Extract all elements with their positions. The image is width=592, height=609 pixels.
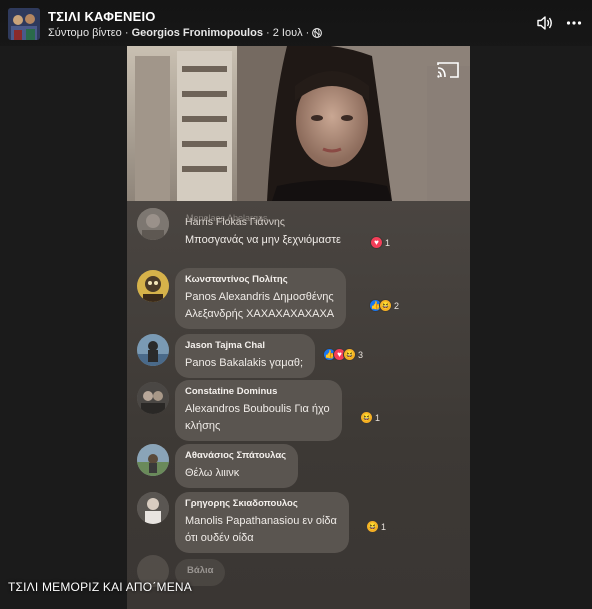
comment-author[interactable]: Αθανάσιος Σπάτουλας [185,450,286,461]
comment-author[interactable]: Constatine Dominus [185,386,330,397]
globe-icon [312,28,323,41]
video-viewer: ΤΣΙΛΙ ΚΑΦΕΝΕΙΟ Σύντομο βίντεο · Georgios… [0,0,592,609]
video-player[interactable]: Menelaos Abelargas Harris Flokas Γιάννης… [127,46,470,609]
comment-text: Θέλω λιιινκ [185,467,240,479]
comment-text-line: κλήσης [185,420,221,432]
reaction-count: 1 [375,412,381,423]
comment-text: Panos Bakalakis γαμαθ; [185,357,304,369]
comment-reactions[interactable]: 😆 1 [360,411,380,424]
comment-bubble: Constatine Dominus Alexandros Bouboulis … [175,380,342,441]
comment-bubble: Jason Tajma Chal Panos Bakalakis γαμαθ; [175,334,316,378]
comment-avatar[interactable] [137,334,169,366]
comment-reactions[interactable]: 👍 😆 2 [369,299,399,312]
comment-author[interactable]: Κωνσταντίνος Πολίτης [185,274,334,285]
reaction-count: 2 [394,300,400,311]
haha-reaction-icon: 😆 [379,299,392,312]
more-options-icon[interactable] [565,14,583,32]
post-date[interactable]: 2 Ιουλ [273,27,303,39]
post-header: ΤΣΙΛΙ ΚΑΦΕΝΕΙΟ Σύντομο βίντεο · Georgios… [0,0,592,46]
page-title[interactable]: ΤΣΙΛΙ ΚΑΦΕΝΕΙΟ [48,9,156,24]
comment-avatar[interactable] [137,492,169,524]
video-type-label: Σύντομο βίντεο [48,27,122,39]
comment-author[interactable]: Harris Flokas Γιάννης [185,216,341,228]
separator: · [262,27,273,39]
comment-author[interactable]: Jason Tajma Chal [185,340,303,351]
reaction-count: 3 [358,349,364,360]
video-frame-image [127,46,470,201]
comment-reactions[interactable]: 😆 1 [366,520,386,533]
separator: · [121,27,132,39]
comment-avatar[interactable] [137,444,169,476]
haha-reaction-icon: 😆 [360,411,373,424]
reaction-count: 1 [385,237,391,248]
comment-avatar[interactable] [137,208,169,240]
video-caption: ΤΣΙΛΙ ΜΕΜΟΡΙΖ ΚΑΙ ΑΠΟ΄ΜΕΝΑ [8,580,192,594]
comment-text: Μποσγανάς να μην ξεχνιόμαστε [185,234,341,246]
comment-avatar[interactable] [137,382,169,414]
comment-bubble: Κωνσταντίνος Πολίτης Panos Alexandris Δη… [175,268,347,329]
post-meta: Σύντομο βίντεο · Georgios Fronimopoulos … [48,27,323,41]
volume-icon[interactable] [536,14,554,32]
comment-bubble: Αθανάσιος Σπάτουλας Θέλω λιιινκ [175,444,299,488]
love-reaction-icon: ♥ [370,236,383,249]
comment-bubble: Γρηγορης Σκιαδοπουλος Manolis Papathanas… [175,492,349,553]
page-avatar[interactable] [8,8,40,40]
comment-bubble: Harris Flokas Γιάννης Μποσγανάς να μην ξ… [175,216,353,255]
comment-reactions[interactable]: ♥ 1 [370,236,390,249]
cast-icon[interactable] [436,60,460,80]
comment-author[interactable]: Βάλια [187,565,213,576]
comment-author[interactable]: Γρηγορης Σκιαδοπουλος [185,498,337,509]
author-link[interactable]: Georgios Fronimopoulos [132,27,263,39]
haha-reaction-icon: 😆 [366,520,379,533]
reaction-count: 1 [381,521,387,532]
separator: · [302,27,313,39]
comment-text-line: Alexandros Bouboulis Για ήχο [185,403,330,415]
comment-text-line: Αλεξανδρής ΧΑΧΑΧΑΧΑΧΑΧΑ [185,308,335,320]
haha-reaction-icon: 😆 [343,348,356,361]
comment-reactions[interactable]: 👍 ♥ 😆 3 [323,348,363,361]
comment-text-line: Manolis Papathanasiou εν οίδα [185,515,337,527]
comment-avatar[interactable] [137,270,169,302]
comment-text-line: Panos Alexandris Δημοσθένης [185,291,334,303]
comment-text-line: ότι ουδέν οίδα [185,532,254,544]
